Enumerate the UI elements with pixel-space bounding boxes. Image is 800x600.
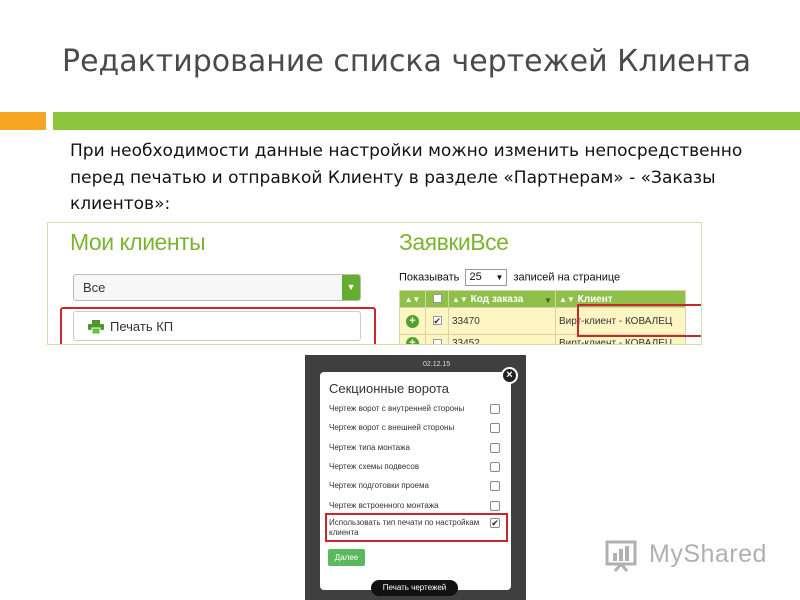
highlight-frame-option	[325, 513, 508, 542]
option-checkbox[interactable]	[490, 404, 500, 414]
print-drawings-button[interactable]: Печать чертежей	[371, 580, 458, 596]
row-checkbox[interactable]: ✔	[432, 316, 442, 326]
drawings-modal-screenshot: 02.12.15 Секционные ворота Чертеж ворот …	[305, 355, 526, 600]
show-label: Показывать	[399, 271, 460, 284]
per-page-label: записей на странице	[513, 271, 621, 284]
option-checkbox[interactable]	[490, 443, 500, 453]
clients-orders-screenshot: Мои клиенты Все ▼ Печать КП ЗаявкиВсе По…	[47, 222, 702, 345]
accent-bar-green	[53, 112, 800, 130]
expand-plus-icon[interactable]: +	[406, 314, 419, 328]
orders-heading: ЗаявкиВсе	[399, 229, 509, 255]
select-all-checkbox[interactable]	[432, 294, 442, 304]
page-size-row: Показывать 25 ▼ записей на странице	[399, 269, 620, 286]
presentation-board-icon	[605, 540, 637, 572]
page-size-value: 25	[469, 271, 482, 283]
option-row[interactable]: Чертеж типа монтажа	[329, 443, 505, 453]
sort-desc-icon: ▼	[544, 296, 552, 305]
filter-value: Все	[83, 280, 106, 295]
option-checkbox[interactable]	[490, 501, 500, 511]
column-header-sort[interactable]: ▲▼	[399, 290, 426, 308]
chevron-down-icon: ▼	[495, 273, 504, 282]
drawings-modal: Секционные ворота Чертеж ворот с внутрен…	[320, 372, 511, 590]
order-code: 33470	[448, 307, 556, 335]
chevron-down-icon[interactable]: ▼	[342, 275, 360, 300]
option-checkbox[interactable]	[490, 481, 500, 491]
column-header-code[interactable]: ▲▼ Код заказа ▼	[448, 290, 556, 308]
clients-filter-select[interactable]: Все ▼	[73, 274, 361, 301]
watermark-text: MyShared	[649, 540, 767, 568]
page-size-select[interactable]: 25 ▼	[465, 269, 508, 286]
expand-plus-icon[interactable]: +	[406, 337, 419, 344]
modal-title: Секционные ворота	[329, 381, 449, 396]
order-code: 33452	[448, 334, 556, 344]
option-row[interactable]: Чертеж ворот с внутренней стороны	[329, 404, 505, 414]
slide-title: Редактирование списка чертежей Клиента	[62, 44, 752, 79]
clients-heading: Мои клиенты	[70, 229, 206, 255]
option-row[interactable]: Чертеж подготовки проема	[329, 481, 505, 491]
watermark: MyShared	[605, 536, 770, 576]
background-date: 02.12.15	[423, 361, 451, 368]
highlight-frame-print-kp	[60, 307, 376, 344]
accent-bar-orange	[0, 112, 46, 130]
option-row[interactable]: Чертеж ворот с внешней стороны	[329, 423, 505, 433]
option-checkbox[interactable]	[490, 462, 500, 472]
column-header-select-all[interactable]	[425, 290, 449, 308]
close-icon[interactable]: ×	[501, 367, 518, 384]
option-row[interactable]: Чертеж встроенного монтажа	[329, 501, 505, 511]
option-row[interactable]: Чертеж схемы подвесов	[329, 462, 505, 472]
next-button[interactable]: Далее	[328, 549, 365, 566]
highlight-frame-client	[577, 304, 701, 337]
intro-text: При необходимости данные настройки можно…	[70, 141, 743, 214]
row-checkbox[interactable]	[432, 338, 442, 344]
option-checkbox[interactable]	[490, 423, 500, 433]
